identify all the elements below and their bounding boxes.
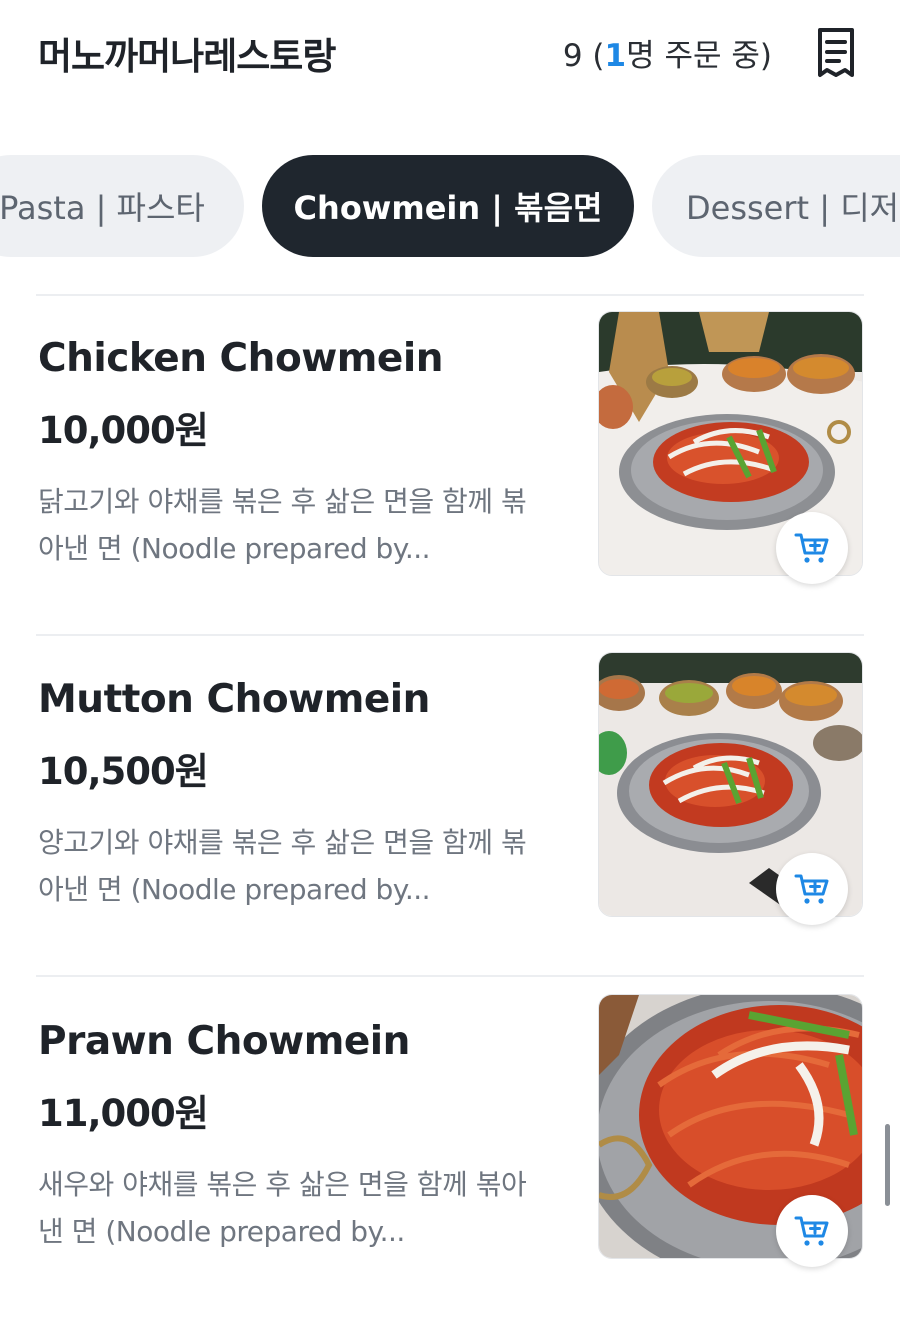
add-to-cart-icon — [794, 533, 829, 563]
order-status[interactable]: 9 (1명 주문 중) — [563, 30, 772, 75]
item-name: Prawn Chowmein — [38, 1019, 410, 1064]
menu-screen: 머노까머나레스토랑 9 (1명 주문 중) Pasta | 파스타 Chowme… — [0, 0, 900, 1317]
scrollbar[interactable] — [885, 1124, 890, 1206]
add-to-cart-button[interactable] — [776, 853, 848, 925]
add-to-cart-button[interactable] — [776, 512, 848, 584]
item-name: Mutton Chowmein — [38, 677, 430, 722]
item-description: 양고기와 야채를 볶은 후 삶은 면을 함께 볶아낸 면 (Noodle pre… — [38, 826, 527, 906]
add-to-cart-icon — [794, 874, 829, 904]
item-price: 10,000원 — [38, 409, 209, 452]
receipt-icon — [818, 28, 854, 77]
add-to-cart-button[interactable] — [776, 1195, 848, 1267]
tab-dessert[interactable]: Dessert | 디저트 — [652, 155, 900, 257]
item-price: 11,000원 — [38, 1092, 209, 1135]
store-name: 머노까머나레스토랑 — [38, 35, 336, 78]
add-to-cart-icon — [794, 1216, 829, 1246]
menu-item-chicken-chowmein[interactable]: Chicken Chowmein 10,000원 닭고기와 야채를 볶은 후 삶… — [0, 311, 900, 636]
receipt-button[interactable] — [810, 24, 862, 82]
item-name: Chicken Chowmein — [38, 336, 444, 381]
order-count: 1 — [604, 38, 627, 74]
divider — [36, 634, 864, 636]
tab-pasta[interactable]: Pasta | 파스타 — [0, 155, 244, 257]
item-description: 새우와 야채를 볶은 후 삶은 면을 함께 볶아낸 면 (Noodle prep… — [38, 1168, 527, 1248]
divider — [36, 294, 864, 296]
category-tabs: Pasta | 파스타 Chowmein | 볶음면 Dessert | 디저트 — [0, 155, 900, 257]
order-suffix: 명 주문 중) — [626, 38, 772, 74]
menu-item-mutton-chowmein[interactable]: Mutton Chowmein 10,500원 양고기와 야채를 볶은 후 삶은… — [0, 652, 900, 977]
tab-chowmein[interactable]: Chowmein | 볶음면 — [262, 155, 634, 257]
item-price: 10,500원 — [38, 750, 209, 793]
divider — [36, 975, 864, 977]
header: 머노까머나레스토랑 9 (1명 주문 중) — [0, 0, 900, 110]
item-description: 닭고기와 야채를 볶은 후 삶은 면을 함께 볶아낸 면 (Noodle pre… — [38, 485, 527, 565]
table-number: 9 — [562, 38, 583, 74]
menu-item-prawn-chowmein[interactable]: Prawn Chowmein 11,000원 새우와 야채를 볶은 후 삶은 면… — [0, 994, 900, 1317]
order-prefix: ( — [582, 38, 605, 74]
